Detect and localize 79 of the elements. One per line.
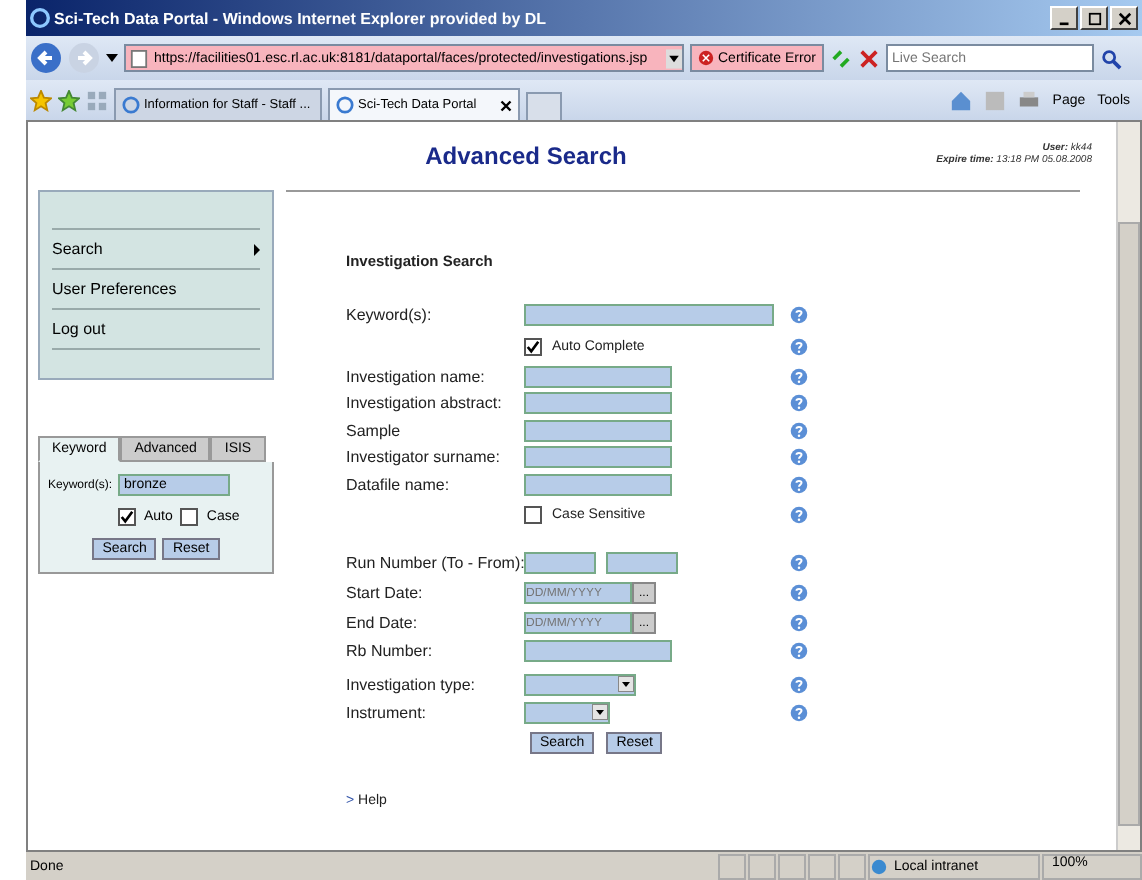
browser-logo-icon (30, 8, 50, 28)
field-label: Investigation name: (346, 367, 487, 386)
text-field[interactable] (524, 392, 672, 415)
menu-item[interactable]: User Preferences (52, 268, 260, 308)
dropdown-icon[interactable] (106, 54, 118, 62)
refresh-icon[interactable] (830, 47, 853, 69)
field-label: Datafile name: (346, 475, 452, 494)
submenu-arrow-icon (254, 243, 260, 255)
field-label: Keyword(s): (346, 306, 434, 325)
text-field[interactable] (524, 552, 596, 574)
help-icon[interactable] (790, 337, 808, 355)
help-icon[interactable] (790, 642, 808, 661)
close-button[interactable] (1110, 6, 1138, 30)
dropdown-icon[interactable] (666, 47, 682, 69)
home-icon[interactable] (950, 89, 973, 111)
help-icon[interactable] (790, 306, 808, 325)
field-label: Investigator surname: (346, 448, 502, 467)
help-icon[interactable] (790, 506, 808, 524)
dropdown[interactable] (524, 702, 610, 724)
text-field[interactable] (524, 365, 672, 388)
globe-icon (870, 857, 888, 875)
error-icon (698, 50, 714, 66)
help-icon[interactable] (790, 554, 808, 572)
text-field[interactable] (524, 419, 672, 442)
window-title: Sci-Tech Data Portal - Windows Internet Explorer provided by DL (54, 9, 549, 27)
stop-icon[interactable] (858, 47, 881, 69)
checkbox[interactable] (118, 508, 136, 526)
text-field[interactable] (606, 552, 678, 574)
field-label: End Date: (346, 614, 420, 632)
field-label: Investigation abstract: (346, 394, 504, 413)
status-panel (718, 853, 746, 879)
browser-logo-icon (122, 96, 140, 114)
status-panel (778, 853, 806, 879)
close-icon (1117, 11, 1131, 25)
help-icon[interactable] (790, 475, 808, 494)
field-label: Start Date: (346, 584, 425, 602)
close-icon[interactable] (500, 99, 512, 111)
back-icon[interactable] (30, 42, 62, 74)
help-icon[interactable] (790, 704, 808, 722)
field-label: Run Number (To - From): (346, 554, 524, 572)
maximize-icon (1087, 11, 1101, 25)
text-field[interactable] (524, 473, 672, 496)
field-label: Instrument: (346, 704, 429, 722)
text-field[interactable] (524, 304, 774, 327)
text-field[interactable] (524, 446, 672, 469)
checkbox[interactable] (524, 506, 542, 524)
help-icon[interactable] (790, 421, 808, 440)
search-icon[interactable] (1100, 47, 1123, 69)
minimize-button[interactable] (1050, 6, 1078, 30)
page-heading: Advanced Search (423, 140, 629, 170)
help-icon[interactable] (790, 448, 808, 467)
menu-item[interactable]: Log out (52, 308, 260, 350)
new-tab-button[interactable] (526, 92, 562, 120)
text-field[interactable] (524, 640, 672, 663)
scrollbar[interactable] (1116, 122, 1140, 850)
printer-icon[interactable] (1018, 89, 1041, 111)
grid-icon[interactable] (86, 89, 108, 111)
field-label: Investigation type: (346, 676, 477, 694)
status-panel (808, 853, 836, 879)
status-panel (748, 853, 776, 879)
field-label: Rb Number: (346, 642, 435, 661)
help-icon[interactable] (790, 676, 808, 694)
browser-logo-icon (336, 96, 354, 114)
help-icon[interactable] (790, 367, 808, 386)
maximize-button[interactable] (1080, 6, 1108, 30)
dropdown-arrow-icon (618, 676, 634, 692)
checkbox[interactable] (180, 508, 199, 526)
star-icon[interactable] (30, 89, 52, 111)
dropdown[interactable] (524, 674, 636, 696)
status-panel (838, 853, 866, 879)
page-icon (130, 49, 148, 67)
menu-item[interactable]: Search (52, 228, 260, 268)
dropdown-arrow-icon (592, 704, 608, 720)
help-icon[interactable] (790, 584, 808, 602)
help-icon[interactable] (790, 394, 808, 413)
checkbox[interactable] (524, 337, 542, 355)
add-favorite-icon[interactable] (58, 89, 80, 111)
help-icon[interactable] (790, 614, 808, 632)
field-label: Sample (346, 421, 403, 440)
